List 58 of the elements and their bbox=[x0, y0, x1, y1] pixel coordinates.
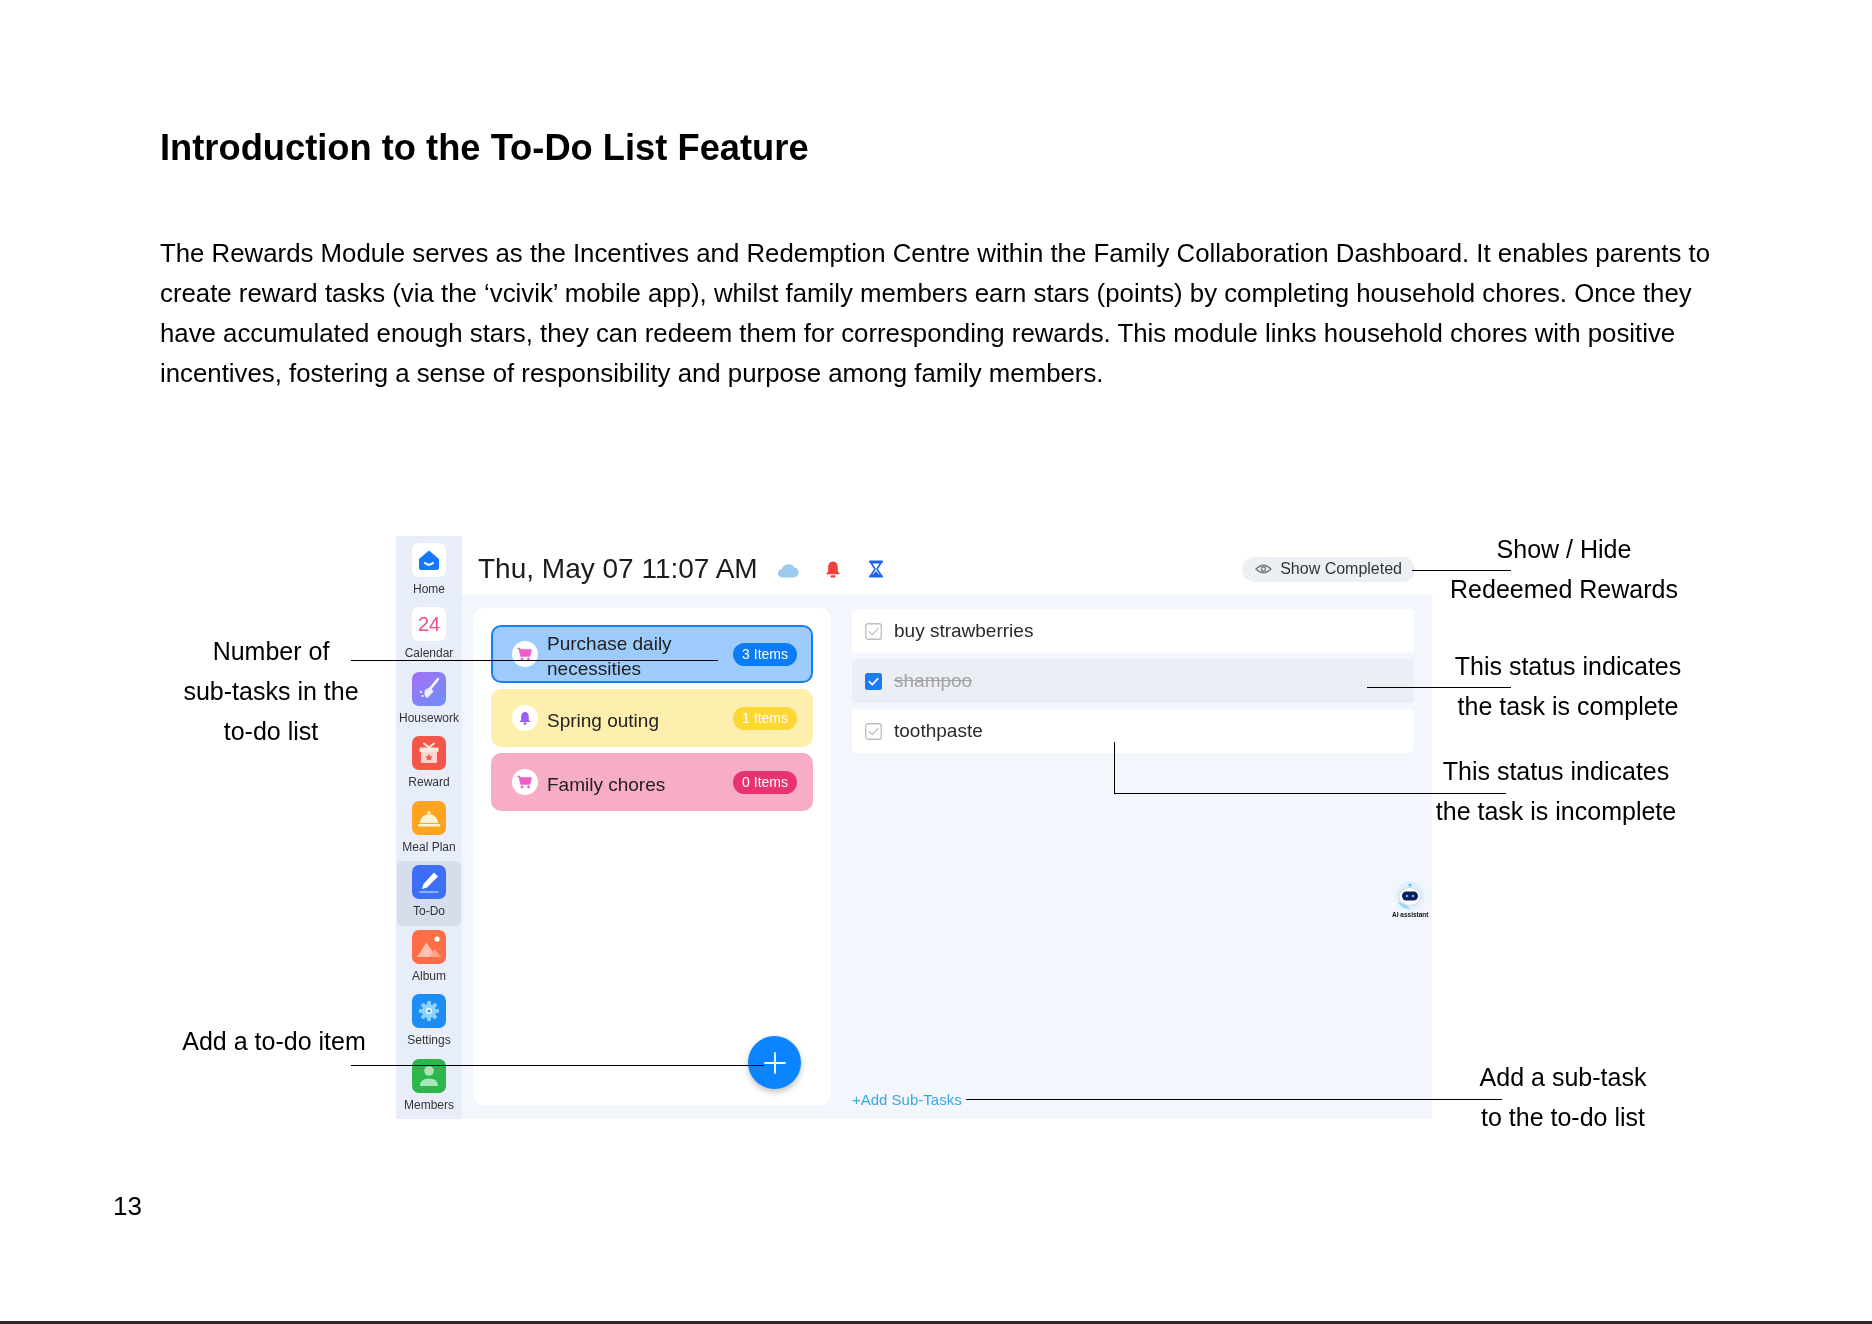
hourglass-icon[interactable] bbox=[867, 560, 884, 578]
nav-item[interactable]: To-Do bbox=[397, 861, 461, 926]
nav-item[interactable]: Settings bbox=[397, 990, 461, 1055]
callout-text: Show / Hide bbox=[1496, 534, 1632, 564]
callout-text: the task is complete bbox=[1457, 691, 1679, 721]
bell-icon[interactable] bbox=[824, 560, 841, 578]
callout-text: Redeemed Rewards bbox=[1450, 574, 1678, 604]
bell-icon bbox=[512, 705, 538, 731]
picture-icon bbox=[412, 929, 446, 964]
nav-item[interactable]: Housework bbox=[397, 667, 461, 733]
subtask-row[interactable]: toothpaste bbox=[852, 709, 1414, 753]
callout-text: This status indicates bbox=[1442, 756, 1670, 786]
callout-text: the task is incomplete bbox=[1435, 796, 1677, 826]
home-icon bbox=[412, 543, 446, 577]
callout-text: This status indicates bbox=[1454, 651, 1682, 681]
calendar-date: 24 bbox=[412, 607, 446, 642]
intro-paragraph: The Rewards Module serves as the Incentives and Redemption Centre within the Family Collaboration Dashboard. It enables parents to create reward tasks (via the ‘vcivik’ mobile app), whilst family members earn stars (points) by completing household chores. Once they have accumulated enough stars, they can redeem them for corresponding rewards. This module links household chores with positive incentives, fostering a sense of responsibility and purpose among family members. bbox=[160, 238, 1712, 389]
nav-item[interactable]: Album bbox=[397, 925, 461, 991]
subtask-text: buy strawberries bbox=[894, 620, 1034, 642]
gift-icon bbox=[412, 736, 446, 771]
subtask-text: toothpaste bbox=[894, 720, 983, 742]
checkbox[interactable] bbox=[865, 672, 882, 690]
nav-item[interactable]: 24 Calendar bbox=[397, 603, 461, 668]
settings-icon bbox=[412, 994, 446, 1029]
add-button[interactable] bbox=[748, 1036, 801, 1089]
broom-icon bbox=[412, 671, 446, 706]
checkbox[interactable] bbox=[865, 622, 882, 640]
count-badge: 3 Items bbox=[733, 642, 797, 666]
pencil-icon bbox=[412, 865, 446, 900]
page-number: 13 bbox=[113, 1191, 142, 1221]
subtask-row[interactable]: buy strawberries bbox=[852, 609, 1414, 653]
todo-list-item[interactable]: Family chores 0 Items bbox=[491, 753, 813, 811]
todo-list-item[interactable]: Purchase daily necessities 3 Items bbox=[491, 625, 813, 683]
subtask-text: shampoo bbox=[894, 670, 973, 692]
callout-text: to the to-do list bbox=[1481, 1102, 1645, 1132]
checkbox[interactable] bbox=[865, 722, 882, 740]
eye-icon bbox=[1255, 563, 1273, 575]
nav-item[interactable]: Reward bbox=[397, 732, 461, 797]
cart-icon bbox=[512, 641, 538, 667]
callout-text: Number of bbox=[212, 636, 330, 666]
cloche-icon bbox=[412, 800, 446, 835]
nav-item[interactable]: Members bbox=[397, 1054, 461, 1119]
cart-icon bbox=[512, 769, 538, 795]
nav-item[interactable]: Home bbox=[397, 539, 461, 604]
callout-text: Add a sub-task bbox=[1479, 1062, 1647, 1092]
person-icon bbox=[412, 1058, 446, 1093]
count-badge: 0 Items bbox=[733, 770, 797, 794]
callout-text: to-do list bbox=[223, 716, 319, 746]
robot-icon bbox=[1393, 880, 1428, 911]
plus-icon bbox=[763, 1051, 786, 1074]
callout-text: Add a to-do item bbox=[182, 1026, 366, 1056]
date-time: Thu, May 07 11:07 AM bbox=[478, 553, 758, 585]
show-completed-button[interactable]: Show Completed bbox=[1242, 556, 1415, 582]
count-badge: 1 Items bbox=[733, 706, 797, 730]
callout-text: sub-tasks in the bbox=[183, 676, 359, 706]
page-heading: Introduction to the To-Do List Feature bbox=[160, 126, 809, 170]
nav-item[interactable]: Meal Plan bbox=[397, 796, 461, 862]
todo-list-item[interactable]: Spring outing 1 Items bbox=[491, 689, 813, 747]
